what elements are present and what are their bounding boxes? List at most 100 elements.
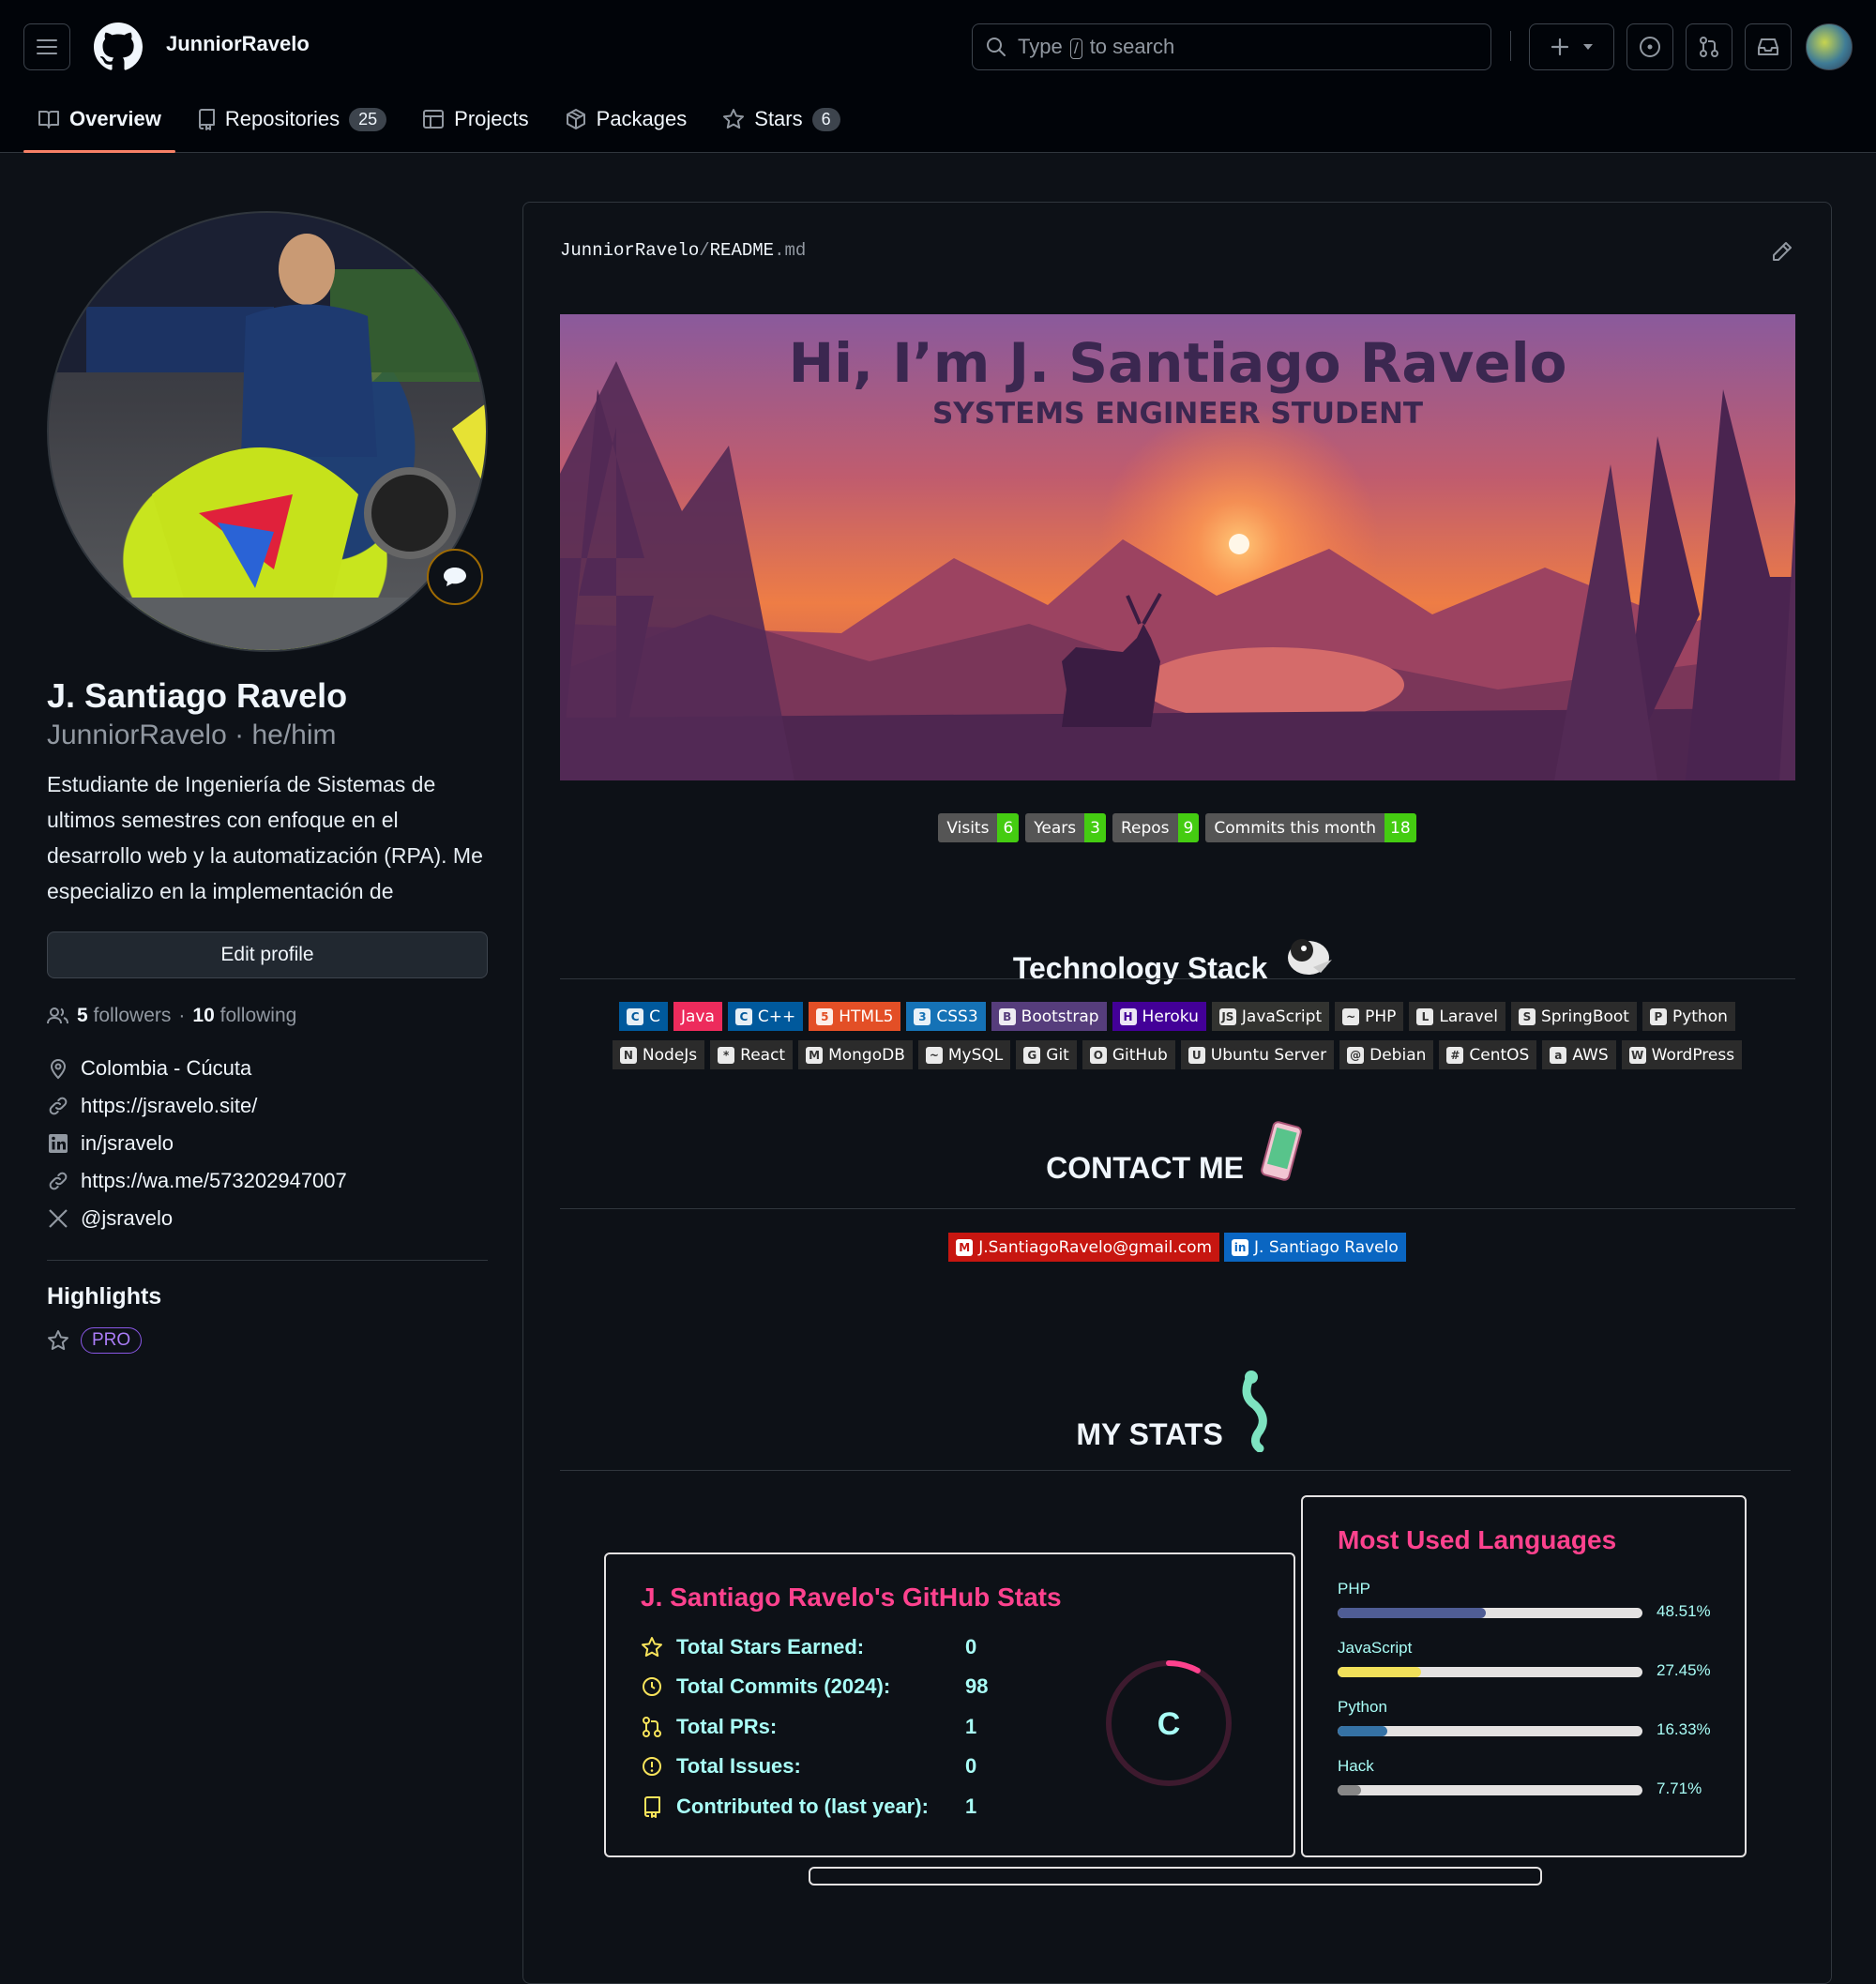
badge-label: Repos [1112, 813, 1178, 842]
language-row: Python 16.33% [1338, 1698, 1722, 1738]
linkedin-link[interactable]: in/jsravelo [81, 1131, 174, 1156]
stat-label: Total Issues: [676, 1754, 801, 1778]
followers-count: 5 [77, 1005, 88, 1026]
linkedin-item[interactable]: in/jsravelo [47, 1125, 488, 1162]
tech-badge-c-: C C++ [727, 1002, 804, 1031]
inbox-button[interactable] [1745, 23, 1792, 70]
stat-badges: Visits 6 Years 3 Repos 9 Commits this month… [523, 813, 1831, 842]
badge-value: 3 [1084, 813, 1106, 842]
highlights-row: PRO [47, 1327, 488, 1354]
language-row: PHP 48.51% [1338, 1580, 1722, 1620]
tech-badge-github: O GitHub [1082, 1040, 1175, 1069]
language-bar-fill [1338, 1785, 1362, 1795]
tech-badge-javascript: JS JavaScript [1211, 1002, 1330, 1031]
star-icon [48, 1330, 68, 1351]
rank-letter: C [1157, 1706, 1181, 1742]
language-name: Python [1338, 1698, 1387, 1716]
git-pull-request-icon [1700, 37, 1718, 57]
tab-overview[interactable]: Overview [23, 98, 175, 153]
stat-value: 0 [965, 1754, 977, 1778]
badge-value: 6 [997, 813, 1020, 842]
avatar-photo [49, 213, 486, 650]
readme-banner: Hi, I’m J. Santiago Ravelo SYSTEMS ENGIN… [560, 314, 1795, 780]
x-logo-icon [49, 1209, 68, 1228]
tech-label: CentOS [1469, 1045, 1530, 1065]
location-item: Colombia - Cúcuta [47, 1050, 488, 1087]
edit-readme-button[interactable] [1771, 240, 1793, 263]
linkedin-icon [49, 1134, 68, 1153]
inbox-icon [1758, 38, 1778, 55]
contact-divider [560, 1208, 1795, 1209]
readme-file-name[interactable]: README [710, 240, 774, 261]
profile-avatar[interactable] [47, 211, 488, 652]
menu-button[interactable] [23, 23, 70, 70]
search-suffix: to search [1089, 35, 1175, 58]
tab-projects[interactable]: Projects [408, 98, 542, 140]
plus-icon [1551, 38, 1568, 56]
tab-repositories[interactable]: Repositories 25 [183, 98, 401, 140]
tech-stack-heading: Technology Stack [523, 930, 1831, 986]
tech-logo-icon: # [1446, 1046, 1464, 1064]
stat-label: Total PRs: [676, 1715, 778, 1738]
tech-badge-nodejs: N NodeJs [612, 1040, 705, 1069]
language-bar [1338, 1726, 1642, 1736]
tech-logo-icon: JS [1218, 1007, 1236, 1025]
tech-row-1: C C Java C C++ 5 HTML5 3 CSS3 B Bootstrap H Heroku JS… [523, 1002, 1831, 1031]
book-icon [38, 111, 59, 129]
tech-badge-php: ~ PHP [1335, 1002, 1404, 1031]
context-username[interactable]: JunniorRavelo [166, 32, 310, 56]
twitter-item[interactable]: @jsravelo [47, 1200, 488, 1237]
search-input[interactable]: Type / to search [972, 23, 1491, 70]
tech-badge-aws: a AWS [1542, 1040, 1616, 1069]
readme-path: JunniorRavelo/README.md [560, 240, 806, 261]
tech-badge-debian: @ Debian [1339, 1040, 1434, 1069]
link-icon [49, 1097, 68, 1115]
pull-requests-button[interactable] [1686, 23, 1732, 70]
issue-icon [643, 1757, 661, 1776]
language-bar [1338, 1667, 1642, 1677]
profile-details: Colombia - Cúcuta https://jsravelo.site/… [47, 1050, 488, 1237]
gmail-label: J.SantiagoRavelo@gmail.com [978, 1237, 1213, 1257]
language-percent: 7.71% [1657, 1780, 1702, 1797]
website-link[interactable]: https://jsravelo.site/ [81, 1094, 257, 1118]
user-avatar-menu[interactable] [1806, 23, 1853, 70]
tab-stars[interactable]: Stars 6 [708, 98, 854, 140]
github-logo-icon[interactable] [94, 23, 143, 71]
highlights-heading: Highlights [47, 1283, 162, 1310]
stats-card-title: J. Santiago Ravelo's GitHub Stats [641, 1583, 1062, 1612]
language-row: JavaScript 27.45% [1338, 1639, 1722, 1679]
tech-badge-mysql: ~ MySQL [917, 1040, 1011, 1069]
followers-link[interactable]: 5 followers [77, 1005, 171, 1027]
linkedin-badge[interactable]: in J. Santiago Ravelo [1224, 1233, 1406, 1262]
whatsapp-link[interactable]: https://wa.me/573202947007 [81, 1169, 347, 1193]
tech-logo-icon: a [1550, 1046, 1567, 1064]
issues-button[interactable] [1626, 23, 1673, 70]
pro-badge[interactable]: PRO [81, 1327, 143, 1354]
badge-label: Commits this month [1205, 813, 1384, 842]
following-link[interactable]: 10 following [192, 1005, 296, 1027]
tech-logo-icon: P [1649, 1007, 1667, 1025]
edit-profile-button[interactable]: Edit profile [47, 931, 488, 978]
whatsapp-item[interactable]: https://wa.me/573202947007 [47, 1162, 488, 1200]
profile-username: JunniorRavelo [47, 719, 227, 750]
star-icon [723, 109, 745, 129]
tab-packages[interactable]: Packages [551, 98, 702, 140]
tech-label: AWS [1572, 1045, 1609, 1065]
language-name: PHP [1338, 1580, 1370, 1598]
contact-badges: M J.SantiagoRavelo@gmail.com in J. Santi… [523, 1233, 1831, 1262]
tech-logo-icon: G [1023, 1046, 1041, 1064]
following-count: 10 [192, 1005, 215, 1026]
readme-owner-link[interactable]: JunniorRavelo [560, 240, 699, 261]
website-item[interactable]: https://jsravelo.site/ [47, 1087, 488, 1125]
gmail-badge[interactable]: M J.SantiagoRavelo@gmail.com [948, 1233, 1220, 1262]
path-separator: / [699, 240, 710, 261]
tech-logo-icon: H [1119, 1007, 1137, 1025]
tech-logo-icon: U [1188, 1046, 1205, 1064]
create-new-button[interactable] [1529, 23, 1614, 70]
tab-label: Repositories [224, 107, 340, 130]
repo-icon [644, 1796, 660, 1818]
twitter-link[interactable]: @jsravelo [81, 1206, 173, 1231]
issue-opened-icon [1640, 37, 1660, 57]
set-status-button[interactable] [427, 549, 483, 605]
tech-badge-java: Java [673, 1002, 722, 1031]
